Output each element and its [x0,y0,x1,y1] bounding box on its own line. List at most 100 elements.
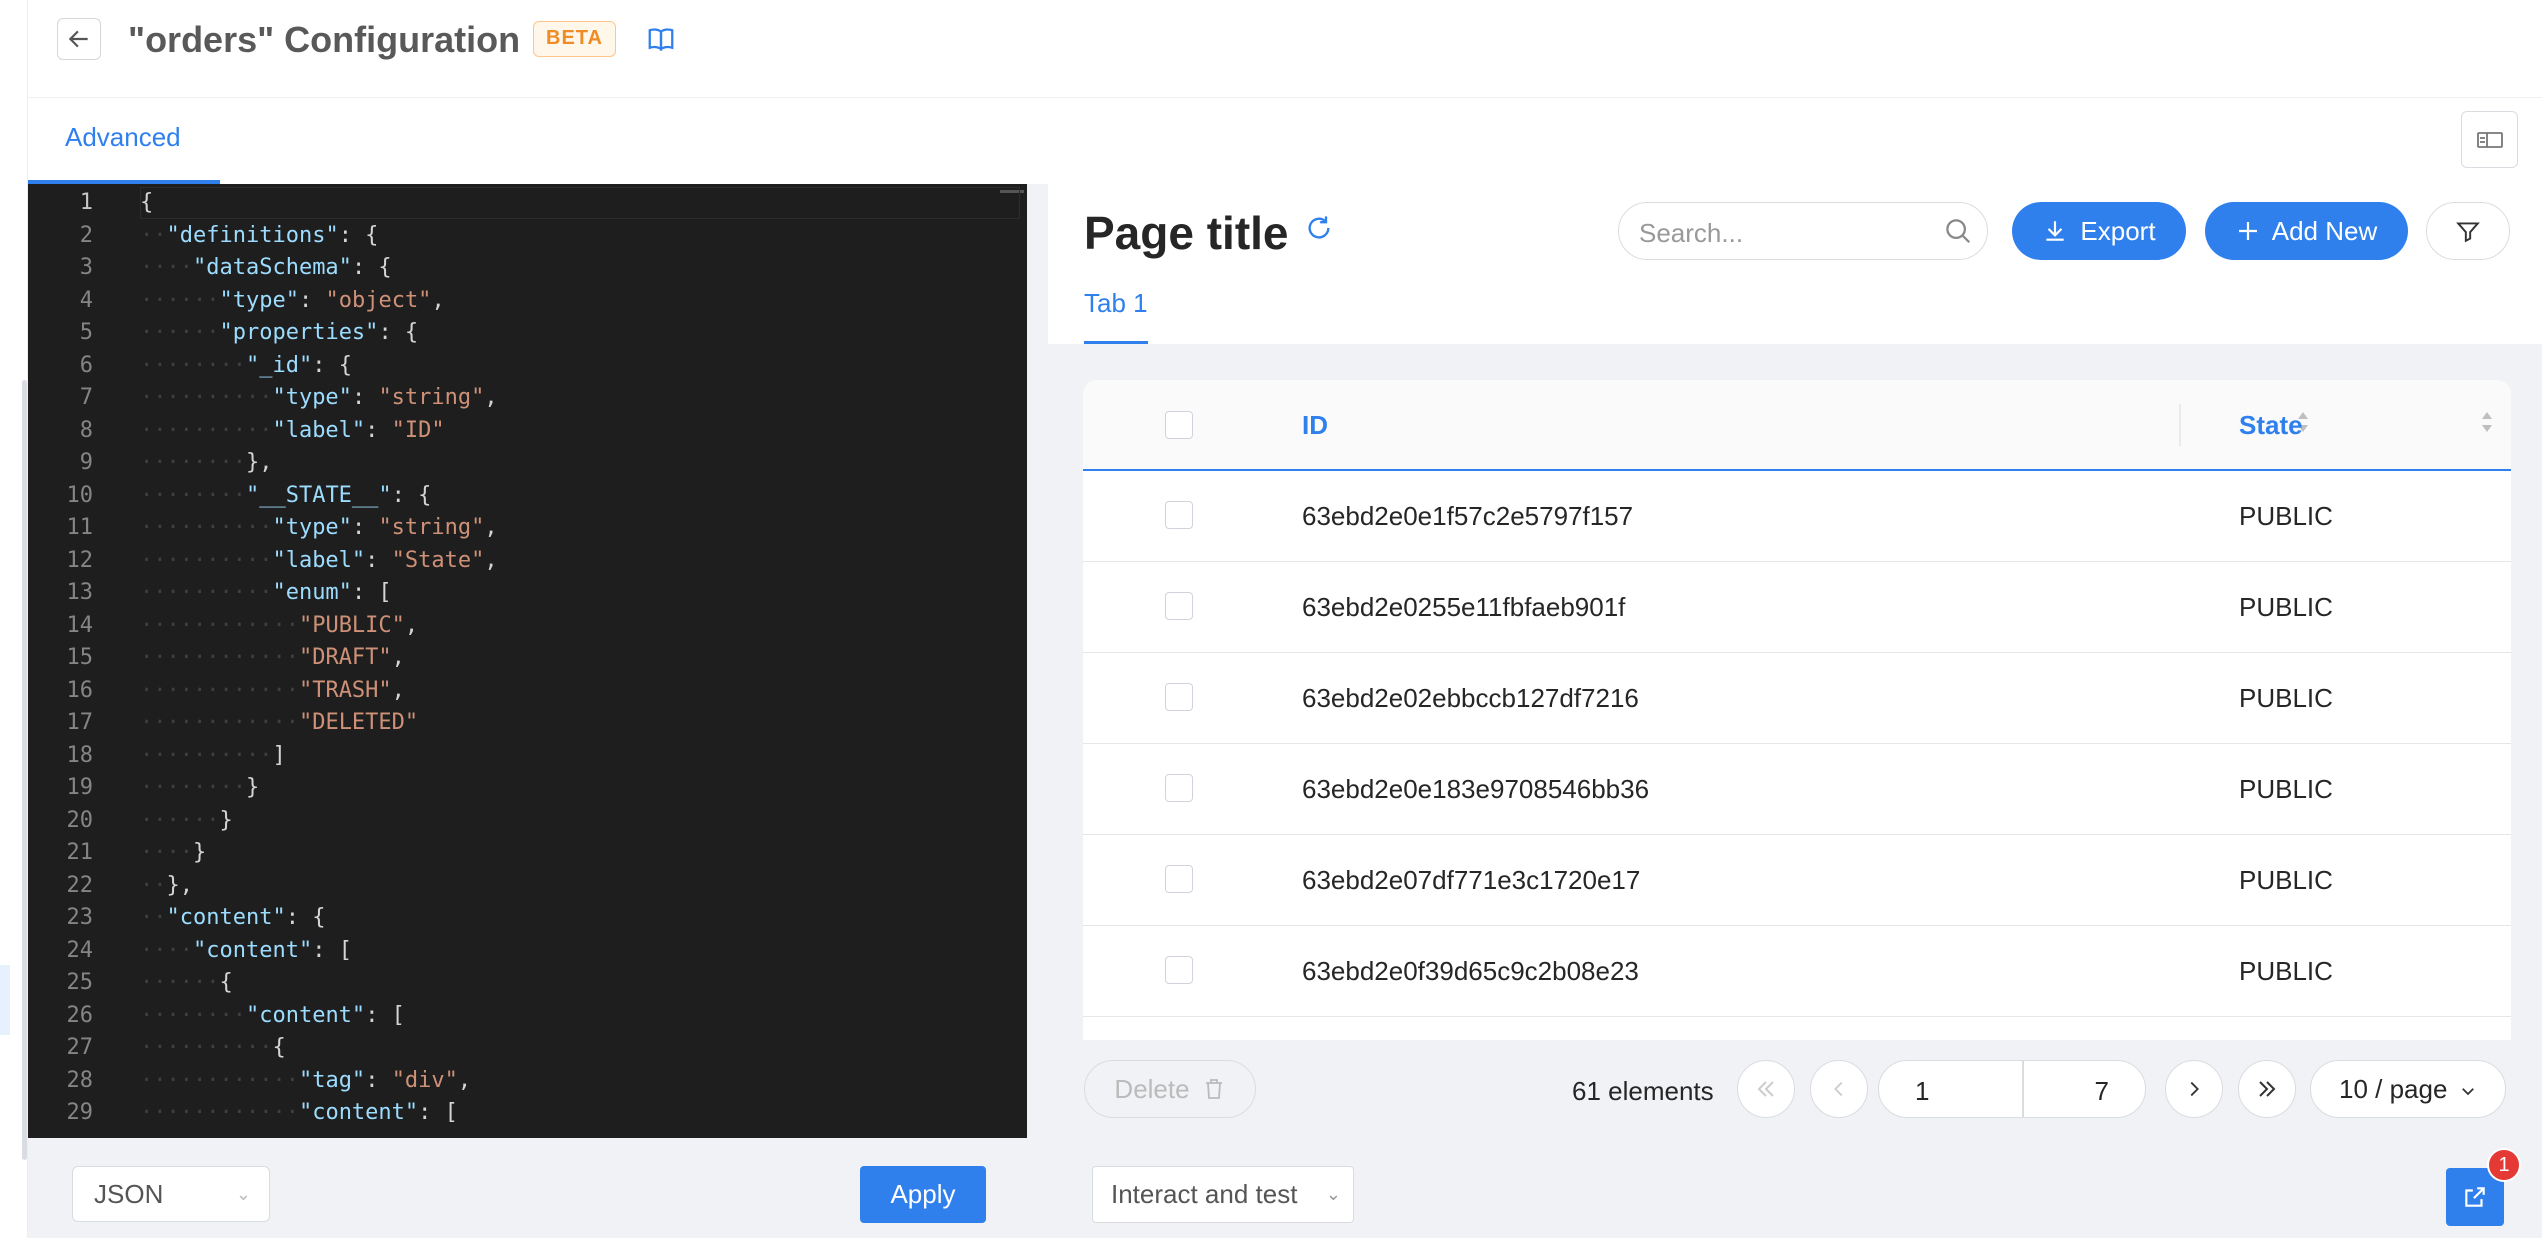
code-text: ····} [140,840,207,865]
pagination-bar: Delete 61 elements 1 7 10 / page [1048,1040,2542,1138]
external-link-icon [2465,1187,2485,1207]
code-text: ············"DRAFT", [140,645,405,670]
editor-line[interactable]: 28 ············"tag": "div", [28,1065,1027,1098]
editor-line[interactable]: 4 ······"type": "object", [28,285,1027,318]
editor-line[interactable]: 9 ········}, [28,447,1027,480]
code-text: ··"definitions": { [140,222,379,248]
row-checkbox[interactable] [1165,683,1193,711]
beta-badge: BETA [533,21,616,57]
table-row[interactable]: 63ebd2e07df771e3c1720e17 PUBLIC [1083,835,2511,926]
export-button[interactable]: Export [2012,202,2186,260]
toggle-layout-button[interactable] [2461,111,2518,168]
editor-line[interactable]: 25 ······{ [28,967,1027,1000]
editor-line[interactable]: 23 ··"content": { [28,902,1027,935]
chevron-right-icon [2190,1081,2199,1097]
row-checkbox[interactable] [1165,774,1193,802]
mode-select[interactable]: Interact and test ⌄ [1092,1166,1354,1223]
column-header-state[interactable]: State [2239,410,2303,441]
preview-page-title: Page title [1084,207,1289,259]
editor-line[interactable]: 2 ··"definitions": { [28,220,1027,253]
editor-line[interactable]: 26 ········"content": [ [28,1000,1027,1033]
next-page-button[interactable] [2165,1060,2223,1118]
editor-line[interactable]: 22 ··}, [28,870,1027,903]
current-line-highlight [140,187,1020,219]
editor-line[interactable]: 16 ············"TRASH", [28,675,1027,708]
editor-line[interactable]: 7 ··········"type": "string", [28,382,1027,415]
last-page-button[interactable] [2238,1060,2296,1118]
editor-line[interactable]: 15 ············"DRAFT", [28,642,1027,675]
book-icon [648,28,674,52]
table-row[interactable]: 63ebd2e0e1f57c2e5797f157 PUBLIC [1083,471,2511,562]
code-text: ······"properties": { [140,320,419,345]
editor-line[interactable]: 10 ········"__STATE__": { [28,480,1027,513]
code-text: ··········"type": "string", [140,515,498,540]
row-checkbox[interactable] [1165,592,1193,620]
language-select[interactable]: JSON ⌄ [72,1166,270,1222]
row-state: PUBLIC [2239,774,2333,804]
prev-page-button[interactable] [1810,1060,1868,1118]
tab-1-indicator [1084,341,1148,344]
apply-button[interactable]: Apply [860,1166,986,1223]
sort-state-icon[interactable] [2480,408,2494,436]
code-text: ··········{ [140,1035,286,1060]
row-id: 63ebd2e0e1f57c2e5797f157 [1302,501,1634,531]
code-text: ············"TRASH", [140,677,405,703]
line-number: 26 [66,1002,94,1028]
editor-line[interactable]: 20 ······} [28,805,1027,838]
arrow-left-icon [68,30,88,48]
notification-badge: 1 [2487,1148,2521,1182]
editor-line[interactable]: 24 ····"content": [ [28,935,1027,968]
row-checkbox[interactable] [1165,865,1193,893]
refresh-button[interactable] [1305,214,1333,247]
header: "orders" Configuration BETA [28,0,2542,98]
table-row[interactable]: 63ebd2e0e183e9708546bb36 PUBLIC [1083,744,2511,835]
first-page-button[interactable] [1737,1060,1795,1118]
select-all-checkbox[interactable] [1165,411,1193,439]
code-text: ··········"enum": [ [140,580,392,605]
editor-line[interactable]: 8 ··········"label": "ID" [28,415,1027,448]
tab-advanced[interactable]: Advanced [65,122,181,153]
row-checkbox[interactable] [1165,956,1193,984]
editor-line[interactable]: 18 ··········] [28,740,1027,773]
row-state: PUBLIC [2239,501,2333,531]
back-button[interactable] [57,18,101,60]
line-number: 1 [79,190,93,215]
docs-button[interactable] [646,24,676,59]
table-row[interactable]: 63ebd2e0f39d65c9c2b08e23 PUBLIC [1083,926,2511,1017]
page-input[interactable]: 1 7 [1878,1060,2146,1118]
table-row[interactable]: 63ebd2e0255e11fbfaeb901f PUBLIC [1083,562,2511,653]
search-input[interactable]: Search... [1618,202,1988,260]
editor-line[interactable]: 6 ········"_id": { [28,350,1027,383]
line-number: 25 [66,970,94,995]
editor-line[interactable]: 3 ····"dataSchema": { [28,252,1027,285]
scroll-track[interactable] [22,380,27,1160]
row-id: 63ebd2e02ebbccb127df7216 [1302,683,1639,713]
current-page[interactable]: 1 [1915,1076,1929,1107]
editor-line[interactable]: 11 ··········"type": "string", [28,512,1027,545]
editor-line[interactable]: 14 ············"PUBLIC", [28,610,1027,643]
editor-line[interactable]: 27 ··········{ [28,1032,1027,1065]
editor-line[interactable]: 13 ··········"enum": [ [28,577,1027,610]
row-id: 63ebd2e0f39d65c9c2b08e23 [1302,956,1639,986]
editor-line[interactable]: 29 ············"content": [ [28,1097,1027,1130]
search-icon[interactable] [1943,216,1973,251]
line-number: 10 [66,482,94,508]
table-row[interactable]: 63ebd2e02ebbccb127df7216 PUBLIC [1083,653,2511,744]
add-new-button[interactable]: Add New [2205,202,2408,260]
editor-line[interactable]: 17 ············"DELETED" [28,707,1027,740]
row-id: 63ebd2e0e183e9708546bb36 [1302,774,1650,804]
code-text: ··········] [140,742,286,768]
tab-1[interactable]: Tab 1 [1084,288,1148,319]
line-number: 18 [66,742,94,768]
editor-line[interactable]: 5 ······"properties": { [28,317,1027,350]
filter-button[interactable] [2426,202,2510,260]
column-header-id[interactable]: ID [1302,410,1328,441]
code-editor[interactable]: 1{2 ··"definitions": {3 ····"dataSchema": … [28,184,1027,1138]
editor-line[interactable]: 19 ········} [28,772,1027,805]
editor-line[interactable]: 12 ··········"label": "State", [28,545,1027,578]
row-checkbox[interactable] [1165,501,1193,529]
delete-button[interactable]: Delete [1084,1060,1256,1118]
line-number: 21 [66,840,94,865]
page-size-select[interactable]: 10 / page [2310,1060,2506,1118]
editor-line[interactable]: 21 ····} [28,837,1027,870]
